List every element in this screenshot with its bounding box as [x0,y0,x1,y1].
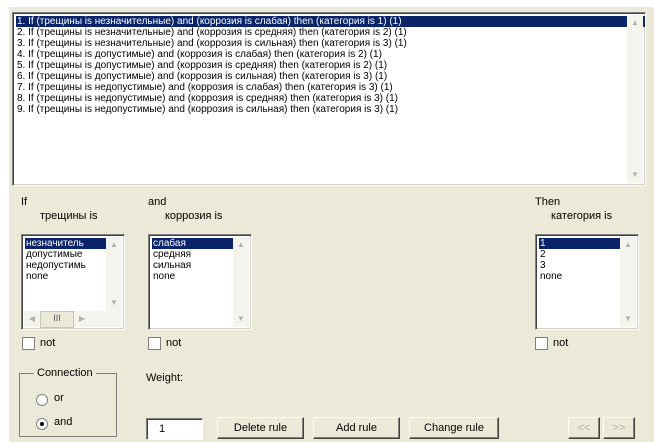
rule-item[interactable]: 7. If (трещины is недопустимые) and (кор… [16,82,645,93]
weight-label: Weight: [146,372,184,384]
rules-listbox[interactable]: 1. If (трещины is незначительные) and (к… [12,12,646,186]
cracks-option[interactable]: допустимые [25,249,107,260]
previous-button[interactable]: << [568,417,600,439]
scroll-right-icon[interactable]: ▶ [74,311,90,327]
radio-selected-dot [40,422,44,426]
cracks-not-label: not [40,337,56,349]
rule-item[interactable]: 6. If (трещины is допустимые) and (корро… [16,71,645,82]
rule-item[interactable]: 5. If (трещины is допустимые) and (корро… [16,60,645,71]
corrosion-listbox[interactable]: слабая средняя сильная none ▲ ▼ [148,234,252,330]
scroll-up-icon[interactable]: ▲ [627,15,643,31]
delete-rule-button[interactable]: Delete rule [217,417,304,439]
and-radio-label: and [54,416,73,428]
cracks-not-checkbox[interactable] [22,337,35,350]
cracks-option[interactable]: недопустимь [25,260,107,271]
corrosion-option[interactable]: сильная [152,260,234,271]
corrosion-variable-label: коррозия is [165,210,223,222]
rule-item[interactable]: 4. If (трещины is допустимые) and (корро… [16,49,645,60]
category-vertical-scrollbar[interactable]: ▲ ▼ [620,237,636,327]
cracks-horizontal-scrollbar[interactable]: ◀ III ▶ [24,311,122,328]
cracks-listbox[interactable]: незначитель допустимые недопустимь none … [21,234,125,330]
cracks-option[interactable]: none [25,271,107,282]
cracks-variable-label: трещины is [40,210,98,222]
category-not-checkbox[interactable] [535,337,548,350]
corrosion-option[interactable]: средняя [152,249,234,260]
rules-vertical-scrollbar[interactable]: ▲ ▼ [627,15,643,183]
category-not-label: not [553,337,569,349]
scroll-left-icon[interactable]: ◀ [24,311,40,327]
cracks-vertical-scrollbar[interactable]: ▲ ▼ [106,237,122,311]
scroll-down-icon[interactable]: ▼ [620,311,636,327]
corrosion-vertical-scrollbar[interactable]: ▲ ▼ [233,237,249,327]
or-radio[interactable] [36,394,48,406]
rule-item[interactable]: 1. If (трещины is незначительные) and (к… [16,16,645,27]
and-label: and [148,196,167,208]
cracks-option[interactable]: незначитель [25,238,107,249]
hscroll-thumb[interactable]: III [40,311,74,328]
if-label: If [21,196,28,208]
corrosion-not-checkbox[interactable] [148,337,161,350]
or-label: or [54,392,64,404]
category-option[interactable]: 2 [539,249,621,260]
corrosion-option[interactable]: слабая [152,238,234,249]
add-rule-button[interactable]: Add rule [313,417,400,439]
scroll-up-icon[interactable]: ▲ [620,237,636,253]
corrosion-not-label: not [166,337,182,349]
scroll-up-icon[interactable]: ▲ [233,237,249,253]
and-radio[interactable] [36,418,48,430]
next-button[interactable]: >> [603,417,635,439]
category-listbox[interactable]: 1 2 3 none ▲ ▼ [535,234,639,330]
scroll-down-icon[interactable]: ▼ [106,295,122,311]
category-variable-label: категория is [551,210,613,222]
scroll-down-icon[interactable]: ▼ [233,311,249,327]
rule-item[interactable]: 8. If (трещины is недопустимые) and (кор… [16,93,645,104]
change-rule-button[interactable]: Change rule [409,417,499,439]
connection-title: Connection [34,367,96,379]
category-option[interactable]: 1 [539,238,621,249]
category-option[interactable]: none [539,271,621,282]
rule-item[interactable]: 2. If (трещины is незначительные) and (к… [16,27,645,38]
rule-item[interactable]: 3. If (трещины is незначительные) and (к… [16,38,645,49]
rule-item[interactable]: 9. If (трещины is недопустимые) and (кор… [16,104,645,115]
scroll-up-icon[interactable]: ▲ [106,237,122,253]
scroll-down-icon[interactable]: ▼ [627,167,643,183]
then-label: Then [535,196,561,208]
category-option[interactable]: 3 [539,260,621,271]
weight-input[interactable]: 1 [146,418,203,440]
corrosion-option[interactable]: none [152,271,234,282]
